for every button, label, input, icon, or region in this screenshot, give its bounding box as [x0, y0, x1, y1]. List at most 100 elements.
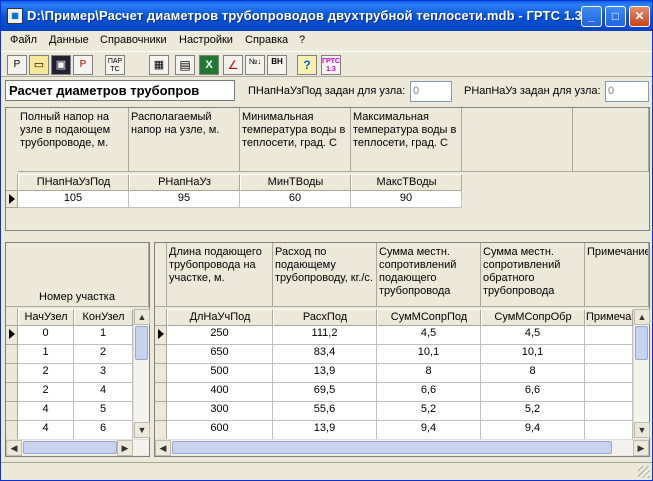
column-header[interactable]: СумМСопрОбр — [481, 309, 585, 326]
table-cell[interactable] — [585, 326, 633, 345]
open-icon[interactable]: ▭ — [29, 55, 49, 75]
table-cell[interactable]: 5,2 — [377, 402, 481, 421]
resize-grip[interactable] — [638, 466, 650, 478]
row-selector[interactable] — [6, 402, 18, 421]
row-selector[interactable] — [6, 326, 18, 345]
table-cell[interactable]: 95 — [129, 191, 240, 208]
table-cell[interactable]: 9,4 — [481, 421, 585, 440]
column-header[interactable]: НачУзел — [18, 309, 74, 326]
print-icon[interactable]: P — [73, 55, 93, 75]
supply-node-input[interactable]: 0 — [410, 81, 452, 102]
menu-about[interactable]: ? — [299, 34, 305, 46]
table-cell[interactable]: 4 — [18, 421, 74, 440]
table-cell[interactable]: 60 — [240, 191, 351, 208]
row-selector[interactable] — [155, 383, 167, 402]
maximize-button[interactable]: □ — [605, 6, 626, 27]
row-selector[interactable] — [155, 345, 167, 364]
table-cell[interactable]: 13,9 — [273, 421, 377, 440]
table-cell[interactable]: 650 — [167, 345, 273, 364]
excel-icon[interactable]: X — [199, 55, 219, 75]
table-cell[interactable]: 4,5 — [377, 326, 481, 345]
return-node-input[interactable]: 0 — [605, 81, 649, 102]
table-cell[interactable]: 6,6 — [481, 383, 585, 402]
scroll-thumb[interactable] — [135, 326, 148, 360]
column-header[interactable]: Примечан — [585, 309, 633, 326]
column-header[interactable]: РНапНаУз — [129, 174, 240, 191]
table-cell[interactable]: 2 — [74, 345, 133, 364]
print-preview-icon[interactable]: P — [7, 55, 27, 75]
close-button[interactable]: ✕ — [629, 6, 650, 27]
scroll-thumb[interactable] — [23, 441, 117, 454]
table-cell[interactable]: 3 — [74, 364, 133, 383]
row-selector[interactable] — [6, 364, 18, 383]
table-cell[interactable]: 500 — [167, 364, 273, 383]
table-cell[interactable]: 4 — [18, 402, 74, 421]
minimize-button[interactable]: _ — [581, 6, 602, 27]
scroll-up-button[interactable]: ▲ — [134, 309, 150, 325]
table-cell[interactable]: 300 — [167, 402, 273, 421]
table-cell[interactable]: 2 — [18, 383, 74, 402]
table-cell[interactable] — [585, 383, 633, 402]
menu-data[interactable]: Данные — [49, 34, 89, 46]
help-icon[interactable]: ? — [297, 55, 317, 75]
table-cell[interactable]: 4 — [74, 383, 133, 402]
table-cell[interactable]: 1 — [74, 326, 133, 345]
title-bar[interactable]: ▦ D:\Пример\Расчет диаметров трубопровод… — [1, 1, 652, 31]
params-tc-icon[interactable]: ПАР ТС — [105, 55, 125, 75]
table-cell[interactable]: 55,6 — [273, 402, 377, 421]
row-selector[interactable] — [155, 402, 167, 421]
table-cell[interactable]: 10,1 — [377, 345, 481, 364]
scroll-up-button[interactable]: ▲ — [634, 309, 650, 325]
table-cell[interactable]: 83,4 — [273, 345, 377, 364]
table-cell[interactable]: 2 — [18, 364, 74, 383]
save-icon[interactable]: ▣ — [51, 55, 71, 75]
grts-icon[interactable]: ГРТС 1.3 — [321, 55, 341, 75]
scroll-left-button[interactable]: ◀ — [155, 440, 171, 456]
row-selector-header[interactable] — [6, 309, 18, 326]
row-selector[interactable] — [155, 364, 167, 383]
scroll-down-button[interactable]: ▼ — [634, 422, 650, 438]
table-cell[interactable]: 8 — [377, 364, 481, 383]
splitter[interactable] — [1, 236, 652, 241]
row-selector[interactable] — [6, 345, 18, 364]
column-header[interactable]: СумМСопрПод — [377, 309, 481, 326]
app-icon[interactable]: ▦ — [7, 8, 23, 24]
table-cell[interactable] — [585, 345, 633, 364]
scroll-thumb[interactable] — [172, 441, 612, 454]
horizontal-scrollbar[interactable]: ◀ ▶ — [155, 439, 649, 456]
table-cell[interactable]: 250 — [167, 326, 273, 345]
table-cell[interactable] — [585, 421, 633, 440]
table-cell[interactable]: 9,4 — [377, 421, 481, 440]
row-selector[interactable] — [155, 326, 167, 345]
menu-references[interactable]: Справочники — [100, 34, 167, 46]
scroll-left-button[interactable]: ◀ — [6, 440, 22, 456]
table-cell[interactable]: 105 — [18, 191, 129, 208]
table-cell[interactable]: 8 — [481, 364, 585, 383]
table-cell[interactable]: 69,5 — [273, 383, 377, 402]
table-cell[interactable]: 6 — [74, 421, 133, 440]
menu-settings[interactable]: Настройки — [179, 34, 233, 46]
table-cell[interactable]: 90 — [351, 191, 462, 208]
row-selector-header[interactable] — [6, 174, 18, 191]
table-cell[interactable]: 5,2 — [481, 402, 585, 421]
row-selector[interactable] — [155, 421, 167, 440]
table-cell[interactable] — [585, 402, 633, 421]
column-header[interactable]: РасхПод — [273, 309, 377, 326]
table-cell[interactable]: 0 — [18, 326, 74, 345]
table-cell[interactable]: 400 — [167, 383, 273, 402]
order-icon[interactable]: ВН — [267, 55, 287, 75]
vertical-scrollbar[interactable]: ▲ ▼ — [633, 309, 650, 439]
table-cell[interactable]: 5 — [74, 402, 133, 421]
row-selector[interactable] — [6, 421, 18, 440]
row-selector[interactable] — [6, 191, 18, 208]
table-icon[interactable]: ▤ — [175, 55, 195, 75]
row-selector-header[interactable] — [155, 309, 167, 326]
table-cell[interactable]: 111,2 — [273, 326, 377, 345]
sort-icon[interactable]: №↓ — [245, 55, 265, 75]
chart-icon[interactable]: ∠ — [223, 55, 243, 75]
calculator-icon[interactable]: ▦ — [149, 55, 169, 75]
table-cell[interactable]: 1 — [18, 345, 74, 364]
vertical-scrollbar[interactable]: ▲ ▼ — [133, 309, 150, 439]
column-header[interactable]: МинТВоды — [240, 174, 351, 191]
horizontal-scrollbar[interactable]: ◀ ▶ — [6, 439, 149, 456]
